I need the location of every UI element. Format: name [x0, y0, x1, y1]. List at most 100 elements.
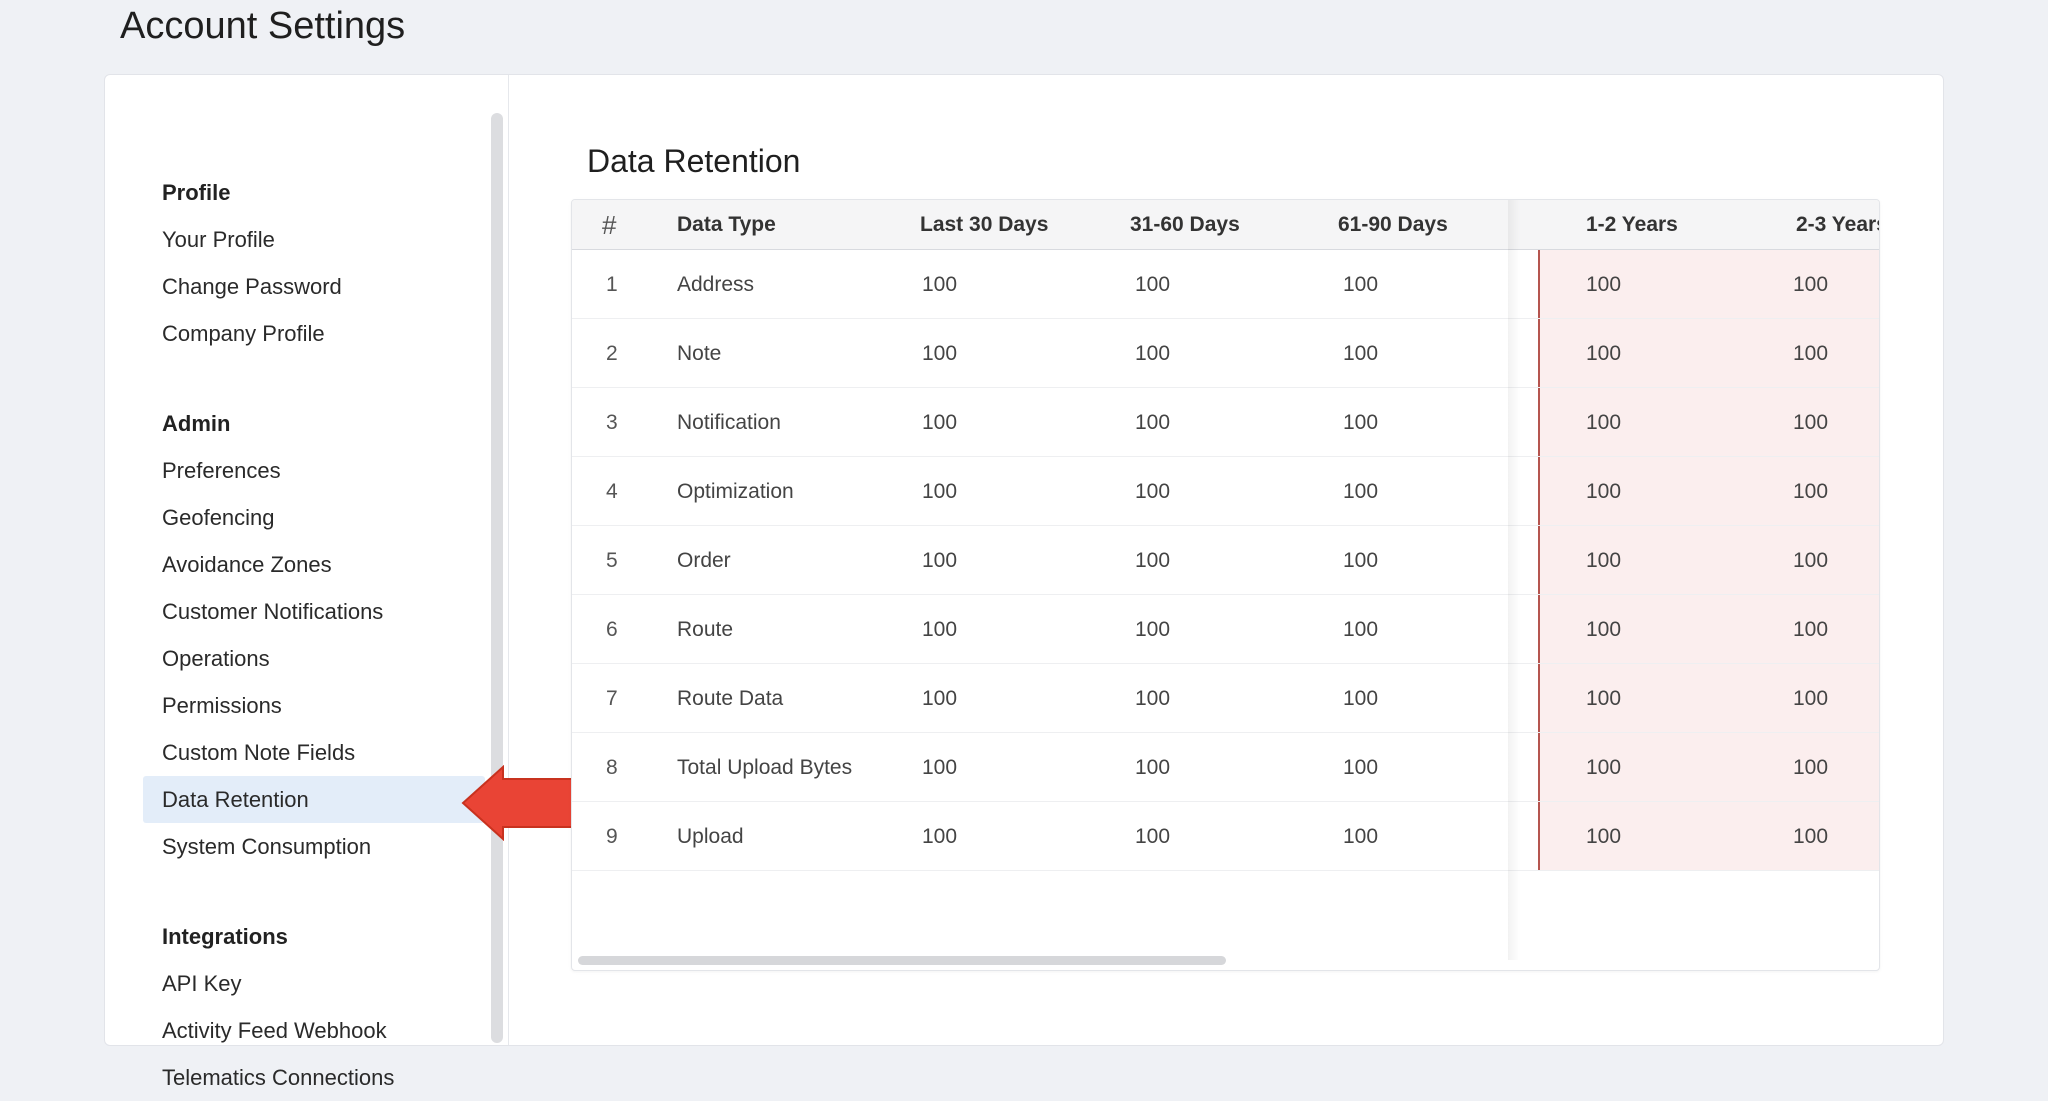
sidebar-item-change-password[interactable]: Change Password [143, 263, 485, 310]
value-cell[interactable]: 100 [922, 457, 957, 526]
value-cell[interactable]: 100 [1135, 595, 1170, 664]
row-number: 8 [606, 756, 618, 779]
value-cell[interactable]: 100 [1793, 319, 1828, 388]
row-number: 9 [606, 825, 618, 848]
column-header[interactable]: 61-90 Days [1338, 200, 1448, 250]
sidebar-group-profile: Profile Your Profile Change Password Compan… [105, 169, 485, 357]
value-cell[interactable]: 100 [1793, 802, 1828, 871]
value-cell[interactable]: 100 [922, 733, 957, 802]
sidebar-item-custom-note-fields[interactable]: Custom Note Fields [143, 729, 485, 776]
value-cell[interactable]: 100 [1586, 319, 1621, 388]
sidebar-scrollbar[interactable] [491, 113, 503, 1043]
row-number: 7 [606, 687, 618, 710]
value-cell[interactable]: 100 [1793, 250, 1828, 319]
retention-table: # Data Type Last 30 Days 31-60 Days 61-90 Da… [571, 199, 1880, 971]
value-cell[interactable]: 100 [1586, 526, 1621, 595]
value-cell[interactable]: 100 [1793, 664, 1828, 733]
value-cell[interactable]: 100 [1586, 664, 1621, 733]
table-row: 1 Address 100 100 100 100 100 [572, 250, 1879, 319]
table-row: 3 Notification 100 100 100 100 100 [572, 388, 1879, 457]
table-row: 9 Upload 100 100 100 100 100 [572, 802, 1879, 871]
sidebar-item-telematics-connections[interactable]: Telematics Connections [143, 1054, 485, 1101]
table-row: 4 Optimization 100 100 100 100 100 [572, 457, 1879, 526]
value-cell[interactable]: 100 [1343, 595, 1378, 664]
value-cell[interactable]: 100 [1135, 388, 1170, 457]
value-cell[interactable]: 100 [1793, 526, 1828, 595]
horizontal-scrollbar[interactable] [578, 956, 1226, 965]
value-cell[interactable]: 100 [1135, 802, 1170, 871]
data-type-cell: Optimization [677, 480, 794, 503]
value-cell[interactable]: 100 [922, 250, 957, 319]
value-cell[interactable]: 100 [1793, 595, 1828, 664]
data-type-cell: Route Data [677, 687, 784, 710]
page-title: Account Settings [120, 5, 406, 47]
row-number: 3 [606, 411, 618, 434]
value-cell[interactable]: 100 [1586, 457, 1621, 526]
table-row: 5 Order 100 100 100 100 100 [572, 526, 1879, 595]
value-cell[interactable]: 100 [922, 595, 957, 664]
value-cell[interactable]: 100 [1793, 457, 1828, 526]
value-cell[interactable]: 100 [1586, 388, 1621, 457]
value-cell[interactable]: 100 [1343, 250, 1378, 319]
value-cell[interactable]: 100 [1586, 595, 1621, 664]
sidebar-item-geofencing[interactable]: Geofencing [143, 494, 485, 541]
sidebar-item-system-consumption[interactable]: System Consumption [143, 823, 485, 870]
value-cell[interactable]: 100 [1343, 733, 1378, 802]
value-cell[interactable]: 100 [1343, 388, 1378, 457]
value-cell[interactable]: 100 [1793, 733, 1828, 802]
table-row: 7 Route Data 100 100 100 100 100 [572, 664, 1879, 733]
sidebar-item-permissions[interactable]: Permissions [143, 682, 485, 729]
value-cell[interactable]: 100 [1586, 733, 1621, 802]
column-header[interactable]: 2-3 Years [1796, 200, 1879, 250]
value-cell[interactable]: 100 [1586, 802, 1621, 871]
row-number: 4 [606, 480, 618, 503]
sidebar-item-your-profile[interactable]: Your Profile [143, 216, 485, 263]
table-row: 8 Total Upload Bytes 100 100 100 100 100 [572, 733, 1879, 802]
sidebar-item-activity-feed-webhook[interactable]: Activity Feed Webhook [143, 1007, 485, 1054]
data-type-cell: Route [677, 618, 734, 641]
sidebar-item-customer-notifications[interactable]: Customer Notifications [143, 588, 485, 635]
value-cell[interactable]: 100 [922, 802, 957, 871]
section-title: Data Retention [587, 143, 801, 179]
table-row: 2 Note 100 100 100 100 100 [572, 319, 1879, 388]
sidebar-item-api-key[interactable]: API Key [143, 960, 485, 1007]
sidebar-heading: Admin [162, 411, 231, 436]
value-cell[interactable]: 100 [1135, 733, 1170, 802]
value-cell[interactable]: 100 [1343, 802, 1378, 871]
sidebar-heading: Profile [162, 180, 231, 205]
value-cell[interactable]: 100 [922, 388, 957, 457]
value-cell[interactable]: 100 [1135, 526, 1170, 595]
sidebar-item-preferences[interactable]: Preferences [143, 447, 485, 494]
sidebar-item-avoidance-zones[interactable]: Avoidance Zones [143, 541, 485, 588]
value-cell[interactable]: 100 [1135, 664, 1170, 733]
main-content: Data Retention # Data Type Last 30 Days 31-… [509, 75, 1943, 1045]
settings-card: Profile Your Profile Change Password Compan… [104, 74, 1944, 1090]
data-type-cell: Note [677, 342, 722, 365]
sidebar-group-integrations: Integrations API Key Activity Feed Webhook… [105, 913, 485, 1101]
value-cell[interactable]: 100 [1135, 319, 1170, 388]
column-header[interactable]: 1-2 Years [1586, 200, 1678, 250]
data-type-cell: Upload [677, 825, 744, 848]
value-cell[interactable]: 100 [1343, 664, 1378, 733]
value-cell[interactable]: 100 [922, 319, 957, 388]
sidebar-heading: Integrations [162, 924, 288, 949]
table-row: 6 Route 100 100 100 100 100 [572, 595, 1879, 664]
column-header[interactable]: 31-60 Days [1130, 200, 1240, 250]
value-cell[interactable]: 100 [1135, 250, 1170, 319]
value-cell[interactable]: 100 [1135, 457, 1170, 526]
value-cell[interactable]: 100 [1343, 526, 1378, 595]
row-number: 2 [606, 342, 618, 365]
value-cell[interactable]: 100 [1793, 388, 1828, 457]
column-header[interactable]: Data Type [677, 200, 776, 250]
value-cell[interactable]: 100 [1586, 250, 1621, 319]
sidebar-item-data-retention[interactable]: Data Retention [143, 776, 485, 823]
column-header[interactable]: # [602, 200, 616, 250]
value-cell[interactable]: 100 [1343, 457, 1378, 526]
column-header[interactable]: Last 30 Days [920, 200, 1048, 250]
sidebar-item-company-profile[interactable]: Company Profile [143, 310, 485, 357]
value-cell[interactable]: 100 [922, 664, 957, 733]
sidebar-item-operations[interactable]: Operations [143, 635, 485, 682]
value-cell[interactable]: 100 [922, 526, 957, 595]
row-number: 1 [606, 273, 618, 296]
value-cell[interactable]: 100 [1343, 319, 1378, 388]
